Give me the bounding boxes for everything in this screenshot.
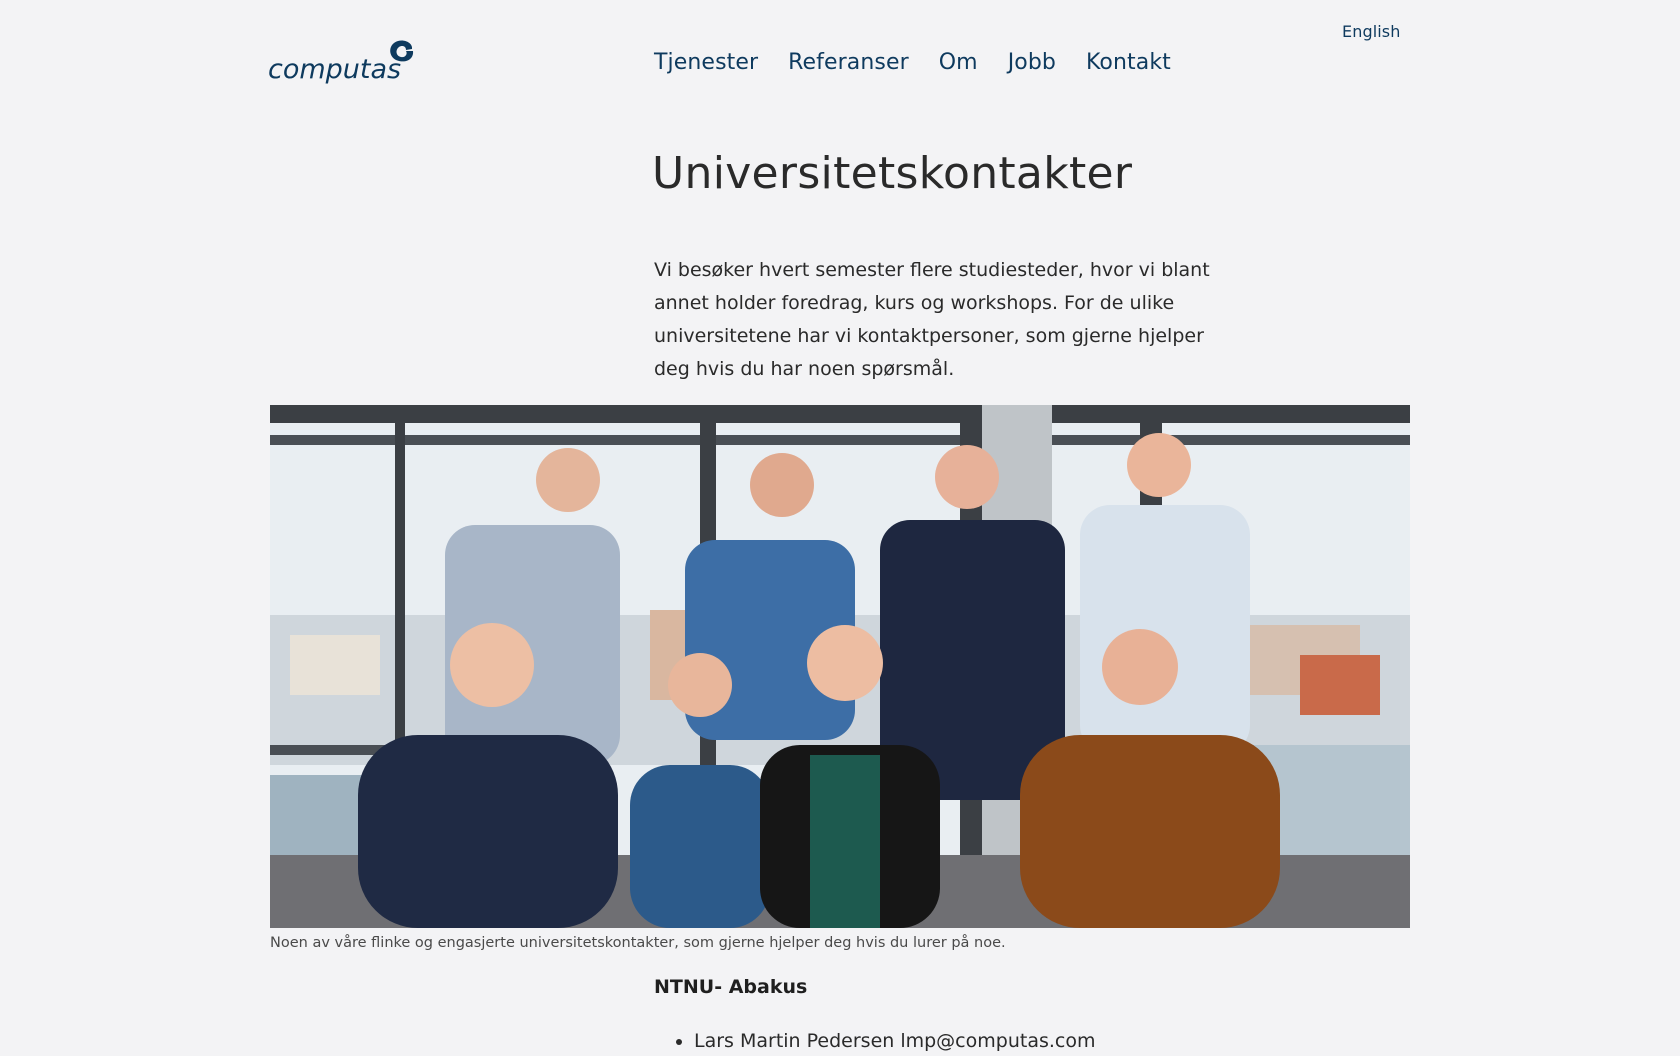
logo-wordmark: computas [268, 54, 401, 85]
language-switch-link[interactable]: English [1342, 22, 1400, 41]
computas-logo[interactable]: computas [268, 36, 418, 88]
nav-item-referanser[interactable]: Referanser [788, 50, 909, 75]
section-heading-ntnu-abakus: NTNU- Abakus [654, 976, 808, 998]
nav-item-om[interactable]: Om [939, 50, 978, 75]
nav-item-jobb[interactable]: Jobb [1008, 50, 1056, 75]
intro-paragraph: Vi besøker hvert semester flere studiest… [654, 259, 1210, 380]
list-item: Lars Martin Pedersen lmp@computas.com [694, 1026, 1095, 1056]
contact-list: Lars Martin Pedersen lmp@computas.com [654, 1026, 1095, 1056]
nav-item-kontakt[interactable]: Kontakt [1086, 50, 1171, 75]
team-photo [270, 405, 1410, 928]
logo-swirl-icon [390, 40, 414, 62]
computas-logo-mark: computas [268, 40, 414, 85]
photo-caption: Noen av våre flinke og engasjerte univer… [270, 935, 1006, 951]
main-navigation: Tjenester Referanser Om Jobb Kontakt [654, 50, 1171, 75]
nav-item-tjenester[interactable]: Tjenester [654, 50, 758, 75]
page-title: Universitetskontakter [652, 148, 1133, 199]
